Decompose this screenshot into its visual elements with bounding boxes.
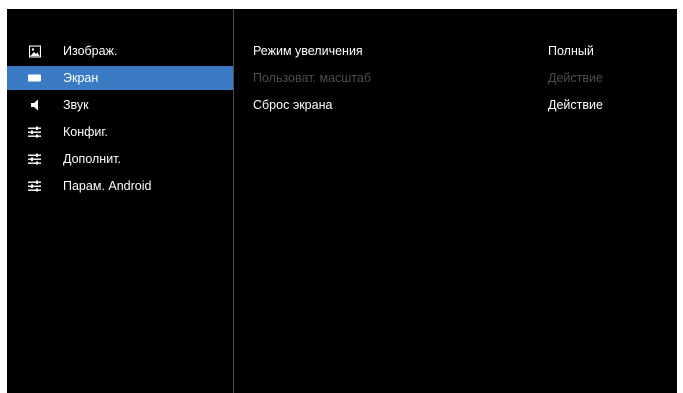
speaker-icon	[28, 99, 41, 112]
setting-label: Сброс экрана	[253, 98, 333, 112]
sidebar-item-picture[interactable]: Изображ.	[7, 39, 233, 63]
settings-panel: Режим увеличения Полный Пользоват. масшт…	[253, 39, 673, 120]
sidebar-item-label: Звук	[63, 98, 89, 112]
sidebar-item-label: Конфиг.	[63, 125, 108, 139]
picture-icon	[28, 45, 41, 58]
sidebar-menu: Изображ. Экран Звук Конфиг. Дополнит. Па…	[7, 39, 233, 201]
sidebar-item-label: Дополнит.	[63, 152, 121, 166]
setting-row-screen-reset[interactable]: Сброс экрана Действие	[253, 93, 673, 117]
setting-row-zoom-mode[interactable]: Режим увеличения Полный	[253, 39, 673, 63]
setting-label: Пользоват. масштаб	[253, 71, 371, 85]
osd-menu: Изображ. Экран Звук Конфиг. Дополнит. Па…	[7, 9, 677, 393]
sidebar-item-android[interactable]: Парам. Android	[7, 174, 233, 198]
sliders-icon	[28, 126, 41, 139]
sliders-icon	[28, 180, 41, 193]
setting-value: Полный	[548, 44, 594, 58]
sliders-icon	[28, 153, 41, 166]
setting-value: Действие	[548, 98, 603, 112]
setting-value: Действие	[548, 71, 603, 85]
sidebar-item-label: Экран	[63, 71, 99, 85]
sidebar-item-label: Изображ.	[63, 44, 118, 58]
sidebar-item-sound[interactable]: Звук	[7, 93, 233, 117]
screen-icon	[28, 72, 41, 85]
panel-divider	[233, 9, 234, 393]
sidebar-item-advanced[interactable]: Дополнит.	[7, 147, 233, 171]
setting-row-custom-zoom: Пользоват. масштаб Действие	[253, 66, 673, 90]
sidebar-item-screen[interactable]: Экран	[7, 66, 233, 90]
sidebar-item-label: Парам. Android	[63, 179, 152, 193]
setting-label: Режим увеличения	[253, 44, 363, 58]
sidebar-item-config[interactable]: Конфиг.	[7, 120, 233, 144]
